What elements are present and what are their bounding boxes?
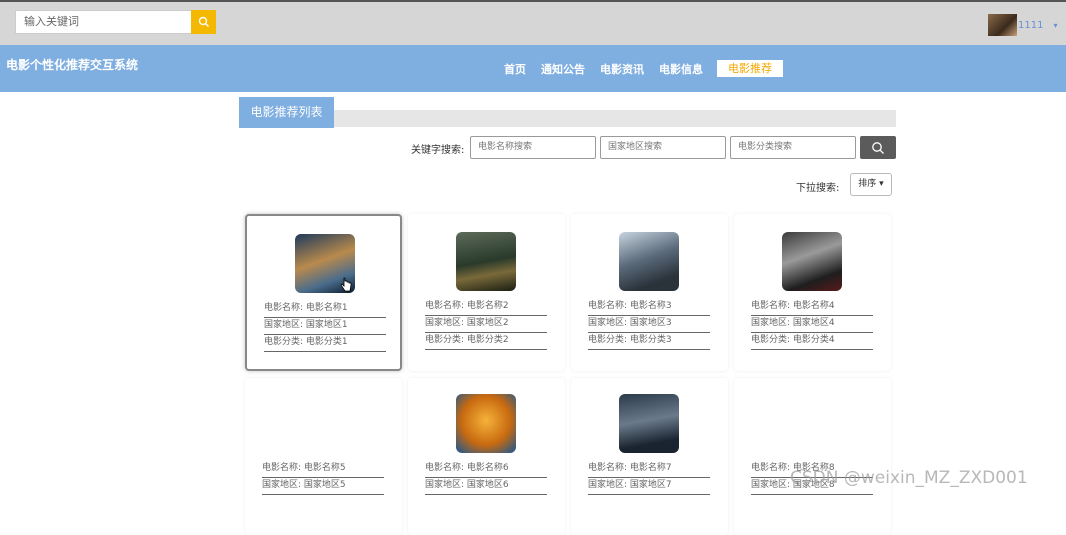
- sort-dropdown[interactable]: 排序 ▾: [850, 173, 892, 196]
- movie-region-row: 国家地区: 国家地区6: [425, 478, 547, 495]
- section-title: 电影推荐列表: [239, 97, 334, 128]
- category-search-field[interactable]: 电影分类搜索: [730, 136, 856, 159]
- chevron-down-icon[interactable]: ▾: [1053, 21, 1057, 30]
- search-submit-button[interactable]: [860, 136, 896, 159]
- movie-name-row: 电影名称: 电影名称1: [264, 301, 386, 318]
- region-search-field[interactable]: 国家地区搜索: [600, 136, 726, 159]
- caret-down-icon: ▾: [879, 179, 884, 189]
- search-icon: [872, 141, 884, 154]
- movie-poster[interactable]: [782, 232, 842, 291]
- top-bar: 输入关键词 1111 ▾: [0, 0, 1066, 45]
- movie-name-row: 电影名称: 电影名称6: [425, 461, 547, 478]
- movie-name-row: 电影名称: 电影名称4: [751, 299, 873, 316]
- nav-item-recommend[interactable]: 电影推荐: [717, 60, 783, 77]
- movie-category-row: 电影分类: 电影分类3: [588, 333, 710, 350]
- movie-card[interactable]: 电影名称: 电影名称2 国家地区: 国家地区2 电影分类: 电影分类2: [408, 214, 565, 371]
- movie-card[interactable]: 电影名称: 电影名称5 国家地区: 国家地区5: [245, 378, 402, 535]
- user-name[interactable]: 1111: [1018, 20, 1043, 31]
- movie-card[interactable]: 电影名称: 电影名称7 国家地区: 国家地区7: [571, 378, 728, 535]
- movie-poster[interactable]: [619, 232, 679, 291]
- nav-item-movie-info[interactable]: 电影信息: [659, 61, 703, 77]
- movie-category-row: 电影分类: 电影分类1: [264, 335, 386, 352]
- movie-card[interactable]: 电影名称: 电影名称4 国家地区: 国家地区4 电影分类: 电影分类4: [734, 214, 891, 371]
- movie-name-row: 电影名称: 电影名称2: [425, 299, 547, 316]
- nav-item-home[interactable]: 首页: [504, 61, 526, 77]
- movie-name-search-field[interactable]: 电影名称搜索: [470, 136, 596, 159]
- search-input[interactable]: 输入关键词: [15, 10, 191, 34]
- movie-card[interactable]: 电影名称: 电影名称1 国家地区: 国家地区1 电影分类: 电影分类1: [245, 214, 402, 371]
- main-nav: 首页 通知公告 电影资讯 电影信息 电影推荐: [504, 60, 798, 77]
- movie-region-row: 国家地区: 国家地区2: [425, 316, 547, 333]
- movie-poster[interactable]: [619, 394, 679, 453]
- user-menu[interactable]: 1111 ▾: [988, 14, 1057, 36]
- movie-region-row: 国家地区: 国家地区1: [264, 318, 386, 335]
- section-header-bar: [239, 110, 896, 127]
- movie-category-row: 电影分类: 电影分类2: [425, 333, 547, 350]
- movie-name-row: 电影名称: 电影名称5: [262, 461, 384, 478]
- movie-region-row: 国家地区: 国家地区3: [588, 316, 710, 333]
- movie-category-row: 电影分类: 电影分类4: [751, 333, 873, 350]
- watermark: CSDN @weixin_MZ_ZXD001: [790, 468, 1028, 488]
- header-bar: 电影个性化推荐交互系统 首页 通知公告 电影资讯 电影信息 电影推荐: [0, 45, 1066, 92]
- dropdown-search-label: 下拉搜索:: [796, 183, 840, 194]
- movie-region-row: 国家地区: 国家地区7: [588, 478, 710, 495]
- movie-name-row: 电影名称: 电影名称3: [588, 299, 710, 316]
- hand-cursor-icon: [340, 277, 352, 292]
- nav-item-news[interactable]: 电影资讯: [600, 61, 644, 77]
- nav-item-notices[interactable]: 通知公告: [541, 61, 585, 77]
- keyword-search-label: 关键字搜索:: [411, 145, 465, 156]
- avatar[interactable]: [988, 14, 1017, 36]
- movie-card[interactable]: 电影名称: 电影名称6 国家地区: 国家地区6: [408, 378, 565, 535]
- movie-name-row: 电影名称: 电影名称7: [588, 461, 710, 478]
- movie-region-row: 国家地区: 国家地区5: [262, 478, 384, 495]
- sort-label: 排序: [858, 179, 877, 189]
- site-title: 电影个性化推荐交互系统: [6, 58, 139, 72]
- movie-card[interactable]: 电影名称: 电影名称3 国家地区: 国家地区3 电影分类: 电影分类3: [571, 214, 728, 371]
- movie-region-row: 国家地区: 国家地区4: [751, 316, 873, 333]
- search-icon: [198, 16, 209, 27]
- movie-poster[interactable]: [456, 232, 516, 291]
- movie-poster[interactable]: [456, 394, 516, 453]
- movie-card[interactable]: 电影名称: 电影名称8 国家地区: 国家地区8: [734, 378, 891, 535]
- search-button[interactable]: [191, 10, 216, 34]
